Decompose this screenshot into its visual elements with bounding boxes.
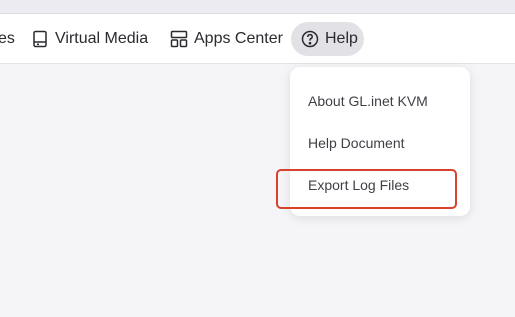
help-button[interactable]: Help bbox=[291, 22, 364, 56]
help-dropdown-menu: About GL.inet KVM Help Document Export L… bbox=[290, 67, 470, 216]
virtual-media-button[interactable]: Virtual Media bbox=[31, 22, 148, 56]
top-strip bbox=[0, 0, 515, 14]
menu-item-export-log-files[interactable]: Export Log Files bbox=[308, 177, 409, 193]
apps-center-label: Apps Center bbox=[194, 30, 283, 47]
apps-center-button[interactable]: Apps Center bbox=[170, 22, 283, 56]
toolbar-item-partial-label: es bbox=[0, 30, 15, 47]
drive-icon bbox=[31, 30, 49, 48]
menu-item-help-document[interactable]: Help Document bbox=[308, 135, 405, 151]
menu-item-about[interactable]: About GL.inet KVM bbox=[308, 93, 428, 109]
virtual-media-label: Virtual Media bbox=[55, 30, 149, 47]
help-label: Help bbox=[325, 30, 358, 47]
toolbar-item-partial[interactable]: es bbox=[0, 22, 15, 56]
top-toolbar: es Virtual Media Apps Center Help bbox=[0, 14, 515, 64]
grid-icon bbox=[170, 30, 188, 48]
question-circle-icon bbox=[301, 30, 319, 48]
